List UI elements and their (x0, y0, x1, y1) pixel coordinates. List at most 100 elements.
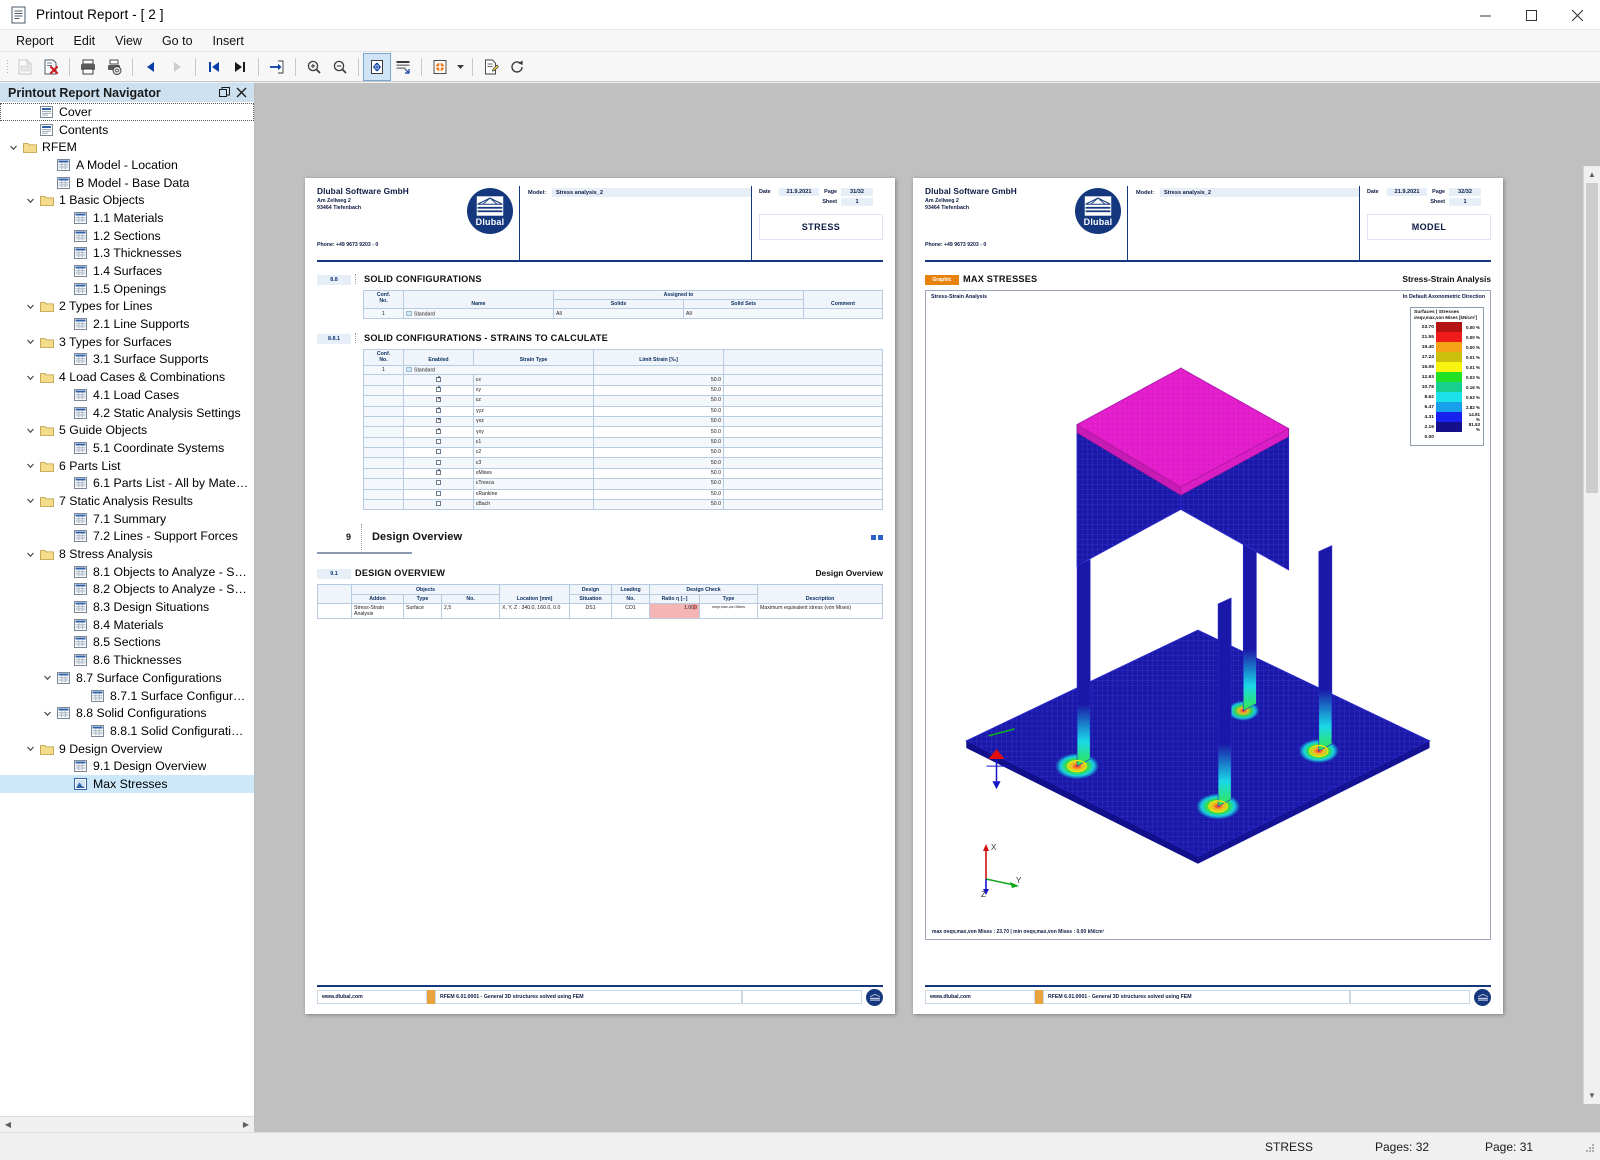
tree-item-3-types-for-surfaces[interactable]: 3 Types for Surfaces (0, 333, 254, 351)
cell-enabled[interactable] (403, 436, 474, 449)
chevron-down-icon[interactable] (23, 373, 38, 382)
table-row[interactable]: εTresca 50.0 (363, 478, 883, 490)
cell-enabled[interactable] (403, 384, 474, 397)
tree-item-1-2-sections[interactable]: 1.2 Sections (0, 227, 254, 245)
tree-item-1-1-materials[interactable]: 1.1 Materials (0, 209, 254, 227)
chevron-down-icon[interactable] (23, 550, 38, 559)
chevron-down-icon[interactable] (23, 496, 38, 505)
print-preview-icon[interactable] (12, 54, 38, 80)
footer-website[interactable]: www.dlubal.com (317, 990, 427, 1004)
vscroll-down-arrow[interactable]: ▼ (1584, 1087, 1600, 1104)
chevron-down-icon[interactable] (6, 143, 21, 152)
checkbox-icon[interactable] (436, 490, 441, 496)
tree-item-2-1-line-supports[interactable]: 2.1 Line Supports (0, 315, 254, 333)
report-page-31[interactable]: Dlubal Software GmbH Am Zellweg 2 93464 … (305, 178, 895, 1014)
checkbox-icon[interactable] (436, 418, 441, 424)
cell-enabled[interactable] (403, 415, 474, 428)
tree-item-a-model-location[interactable]: A Model - Location (0, 156, 254, 174)
vscroll-thumb[interactable] (1586, 183, 1598, 493)
tree-item-4-load-cases-combinations[interactable]: 4 Load Cases & Combinations (0, 368, 254, 386)
table-row[interactable]: ε3 50.0 (363, 457, 883, 469)
tree-item-8-stress-analysis[interactable]: 8 Stress Analysis (0, 545, 254, 563)
table-row[interactable]: εy50.0 (363, 384, 883, 397)
report-page-32[interactable]: Dlubal Software GmbH Am Zellweg 2 93464 … (913, 178, 1503, 1014)
toolbar-grip[interactable] (4, 54, 12, 80)
tree-item-7-1-summary[interactable]: 7.1 Summary (0, 510, 254, 528)
close-navigator-icon[interactable] (233, 84, 250, 101)
tree-item-3-1-surface-supports[interactable]: 3.1 Surface Supports (0, 351, 254, 369)
checkbox-icon[interactable] (436, 469, 441, 476)
tree-item-5-guide-objects[interactable]: 5 Guide Objects (0, 421, 254, 439)
table-row[interactable]: γyz50.0 (363, 405, 883, 417)
menu-item-edit[interactable]: Edit (64, 32, 106, 50)
print-settings-icon[interactable] (101, 54, 127, 80)
selection-mode-icon[interactable] (427, 54, 453, 80)
tree-item-8-2-objects-to-analyze-stress-r[interactable]: 8.2 Objects to Analyze - Stress R… (0, 581, 254, 599)
tree-item-b-model-base-data[interactable]: B Model - Base Data (0, 174, 254, 192)
tree-item-8-8-1-solid-configurations-s[interactable]: 8.8.1 Solid Configurations - S… (0, 722, 254, 740)
close-button[interactable] (1554, 0, 1600, 30)
tree-item-cover[interactable]: Cover (0, 103, 254, 121)
dropdown-arrow-icon[interactable] (453, 54, 467, 80)
tree-item-8-1-objects-to-analyze-stresses[interactable]: 8.1 Objects to Analyze - Stresses (0, 563, 254, 581)
cell-enabled[interactable] (403, 478, 474, 490)
table-row[interactable]: εz50.0 (363, 395, 883, 407)
tree-item-max-stresses[interactable]: Max Stresses (0, 775, 254, 793)
first-page-icon[interactable] (201, 54, 227, 80)
tree-item-7-2-lines-support-forces[interactable]: 7.2 Lines - Support Forces (0, 528, 254, 546)
next-page-icon[interactable] (164, 54, 190, 80)
resize-grip[interactable] (1583, 1140, 1597, 1154)
cell-enabled[interactable] (403, 447, 474, 459)
chevron-down-icon[interactable] (23, 426, 38, 435)
checkbox-icon[interactable] (436, 397, 441, 403)
chevron-down-icon[interactable] (40, 673, 55, 682)
checkbox-icon[interactable] (436, 449, 441, 455)
table-row[interactable]: εRankine 50.0 (363, 488, 883, 500)
cell-enabled[interactable] (403, 488, 474, 500)
go-to-page-icon[interactable] (264, 54, 290, 80)
checkbox-icon[interactable] (436, 376, 441, 382)
print-icon[interactable] (75, 54, 101, 80)
tree-item-6-parts-list[interactable]: 6 Parts List (0, 457, 254, 475)
tree-item-5-1-coordinate-systems[interactable]: 5.1 Coordinate Systems (0, 439, 254, 457)
tree-item-8-3-design-situations[interactable]: 8.3 Design Situations (0, 598, 254, 616)
tree-item-8-7-1-surface-configurations[interactable]: 8.7.1 Surface Configurations… (0, 687, 254, 705)
delete-report-icon[interactable] (38, 54, 64, 80)
table-row[interactable]: εx50.0 (363, 374, 883, 386)
document-vscrollbar[interactable]: ▲ ▼ (1583, 166, 1600, 1104)
refresh-icon[interactable] (504, 54, 530, 80)
chevron-down-icon[interactable] (23, 302, 38, 311)
hscroll-left-arrow[interactable]: ◀ (0, 1120, 16, 1129)
tree-item-8-7-surface-configurations[interactable]: 8.7 Surface Configurations (0, 669, 254, 687)
cell-enabled[interactable] (403, 405, 474, 417)
tree-item-contents[interactable]: Contents (0, 121, 254, 139)
tree-item-7-static-analysis-results[interactable]: 7 Static Analysis Results (0, 492, 254, 510)
tree-item-8-4-materials[interactable]: 8.4 Materials (0, 616, 254, 634)
tree-item-1-4-surfaces[interactable]: 1.4 Surfaces (0, 262, 254, 280)
vscroll-up-arrow[interactable]: ▲ (1584, 166, 1600, 183)
tree-item-1-basic-objects[interactable]: 1 Basic Objects (0, 191, 254, 209)
menu-item-goto[interactable]: Go to (152, 32, 203, 50)
tree-item-4-2-static-analysis-settings[interactable]: 4.2 Static Analysis Settings (0, 404, 254, 422)
chevron-down-icon[interactable] (40, 709, 55, 718)
table-row[interactable]: γxy50.0 (363, 426, 883, 438)
minimize-button[interactable] (1462, 0, 1508, 30)
table-row[interactable]: εMises50.0 (363, 467, 883, 480)
zoom-out-icon[interactable] (327, 54, 353, 80)
tree-item-9-design-overview[interactable]: 9 Design Overview (0, 740, 254, 758)
tree-item-8-6-thicknesses[interactable]: 8.6 Thicknesses (0, 651, 254, 669)
table-row[interactable]: 1 Standard All All (363, 308, 883, 320)
edit-report-icon[interactable] (478, 54, 504, 80)
tree-item-6-1-parts-list-all-by-material[interactable]: 6.1 Parts List - All by Material (0, 474, 254, 492)
previous-page-icon[interactable] (138, 54, 164, 80)
checkbox-icon[interactable] (436, 407, 441, 413)
cell-enabled[interactable] (403, 467, 474, 480)
cell-enabled[interactable] (403, 498, 474, 511)
menu-item-view[interactable]: View (105, 32, 152, 50)
chevron-down-icon[interactable] (23, 337, 38, 346)
tree-item-2-types-for-lines[interactable]: 2 Types for Lines (0, 298, 254, 316)
table-row[interactable]: γxz50.0 (363, 415, 883, 428)
graphic-frame[interactable]: Stress-Strain Analysis In Default Axonom… (925, 289, 1491, 940)
table-row[interactable]: Stress-Strain Analysis Surface 2,5 X, Y,… (317, 603, 883, 620)
cell-enabled[interactable] (403, 374, 474, 386)
